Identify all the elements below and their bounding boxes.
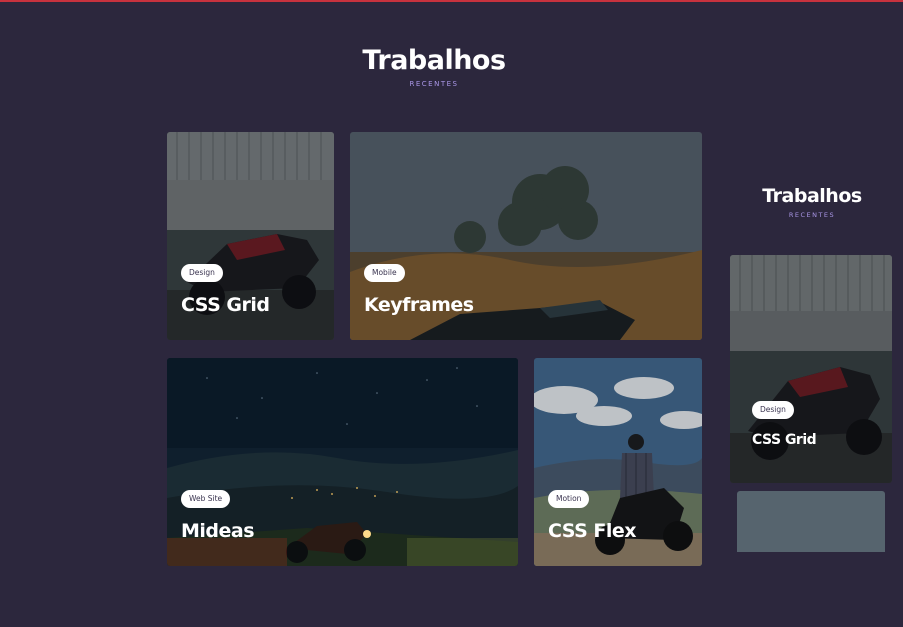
side-preview-title: Trabalhos [762,185,862,207]
side-work-card-css-grid[interactable]: Design CSS Grid [730,255,892,483]
category-tag: Design [181,264,223,282]
card-title: Keyframes [364,294,474,316]
section-title: Trabalhos [362,45,506,76]
card-title: CSS Grid [752,432,817,448]
side-preview-heading: Trabalhos RECENTES [732,184,892,220]
category-tag: Mobile [364,264,405,282]
card-photo [737,491,885,552]
work-card-css-flex[interactable]: Motion CSS Flex [534,358,702,566]
section-subtitle: RECENTES [409,80,459,88]
work-card-mideas[interactable]: Web Site Mideas [167,358,518,566]
card-title: CSS Grid [181,294,270,316]
category-tag: Design [752,401,794,419]
section-heading: Trabalhos RECENTES [334,44,534,89]
work-card-keyframes[interactable]: Mobile Keyframes [350,132,702,340]
category-tag: Web Site [181,490,231,508]
side-work-card-partial[interactable] [737,491,885,552]
top-accent-line [0,0,903,2]
card-title: CSS Flex [548,520,637,542]
card-title: Mideas [181,520,255,542]
category-tag: Motion [548,490,590,508]
side-preview-subtitle: RECENTES [788,211,836,219]
work-card-css-grid[interactable]: Design CSS Grid [167,132,334,340]
